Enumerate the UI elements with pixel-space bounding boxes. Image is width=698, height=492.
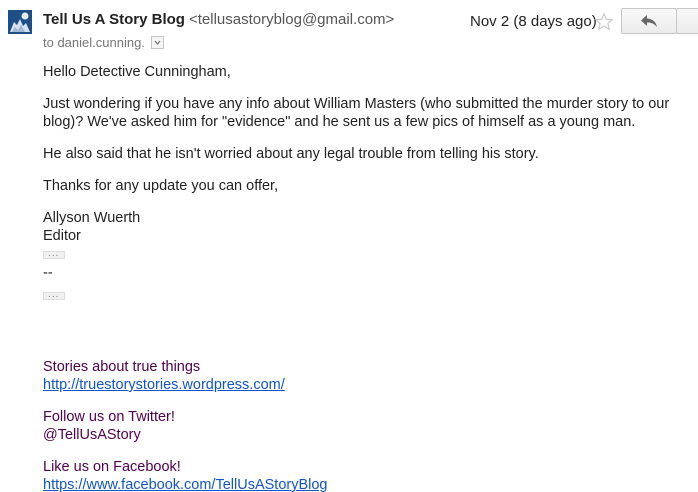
signature-separator: -- xyxy=(43,265,53,281)
signature-stories-label: Stories about true things xyxy=(43,359,201,375)
show-details-button[interactable] xyxy=(150,36,164,50)
twitter-handle: @TellUsAStory xyxy=(43,427,141,443)
ellipsis-icon: ... xyxy=(48,289,60,300)
email-message-view: Tell Us A Story Blog <tellusastoryblog@gm… xyxy=(0,0,698,492)
signature-facebook-label: Like us on Facebook! xyxy=(43,459,181,475)
sender-name[interactable]: Tell Us A Story Blog xyxy=(43,11,185,28)
blog-avatar-icon xyxy=(8,10,32,34)
show-trimmed-content-button[interactable]: ... xyxy=(43,289,65,300)
sender-email: <tellusastoryblog@gmail.com> xyxy=(188,11,395,28)
sender-avatar[interactable] xyxy=(8,10,32,34)
greeting: Hello Detective Cunningham, xyxy=(43,64,231,80)
message-paragraph: Just wondering if you have any info abou… xyxy=(43,96,670,130)
reply-button[interactable] xyxy=(621,8,677,34)
show-trimmed-content-button[interactable]: ... xyxy=(43,248,65,259)
star-button[interactable] xyxy=(594,12,614,32)
ellipsis-icon: ... xyxy=(48,248,60,259)
blog-link[interactable]: http://truestorystories.wordpress.com/ xyxy=(43,376,683,394)
reply-arrow-icon xyxy=(641,15,657,27)
more-options-button[interactable] xyxy=(676,8,698,34)
star-icon xyxy=(594,12,614,31)
signature-twitter-label: Follow us on Twitter! xyxy=(43,409,175,425)
message-body: Hello Detective Cunningham, Just wonderi… xyxy=(43,63,683,492)
recipient-line: to daniel.cunning. xyxy=(43,34,164,52)
sender-line: Tell Us A Story Blog <tellusastoryblog@gm… xyxy=(43,10,394,30)
signature-name: Allyson Wuerth xyxy=(43,210,141,226)
recipient-text: to daniel.cunning. xyxy=(43,35,145,50)
signature-title: Editor xyxy=(43,228,81,244)
facebook-link[interactable]: https://www.facebook.com/TellUsAStoryBlo… xyxy=(43,476,683,492)
chevron-down-icon xyxy=(154,40,161,46)
message-date: Nov 2 (8 days ago) xyxy=(470,13,597,30)
message-paragraph: Thanks for any update you can offer, xyxy=(43,178,279,194)
message-paragraph: He also said that he isn't worried about… xyxy=(43,146,539,162)
